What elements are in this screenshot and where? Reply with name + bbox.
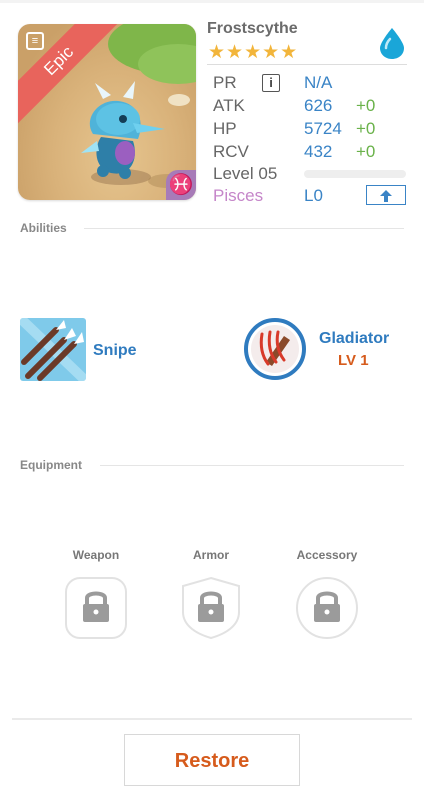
info-icon[interactable]: i: [262, 74, 280, 92]
armor-label: Armor: [192, 548, 229, 562]
dragon-creature-image: [81, 81, 165, 185]
level-progress-bar: [304, 170, 406, 178]
accessory-slot[interactable]: [295, 576, 359, 640]
pr-value: N/A: [304, 73, 333, 92]
arrow-up-icon: [380, 189, 392, 202]
level-label: Level 05: [213, 164, 278, 183]
grass-patch: [138, 44, 196, 84]
rcv-label: RCV: [213, 142, 249, 161]
bottom-divider: [12, 718, 412, 720]
hp-bonus: +0: [356, 119, 376, 138]
zodiac-level: L0: [304, 186, 323, 205]
ability-name-gladiator[interactable]: Gladiator: [319, 330, 389, 348]
upgrade-button[interactable]: [366, 185, 406, 205]
pr-label: PR: [213, 73, 237, 92]
water-drop-icon: [380, 28, 404, 59]
atk-label: ATK: [213, 96, 245, 115]
document-icon[interactable]: ≡: [26, 32, 44, 50]
equipment-title: Equipment: [20, 458, 82, 472]
zodiac-name: Pisces: [213, 186, 264, 205]
hp-label: HP: [213, 119, 237, 138]
restore-button[interactable]: Restore: [124, 734, 300, 786]
rcv-bonus: +0: [356, 142, 376, 161]
abilities-title: Abilities: [20, 221, 67, 235]
stats-divider: [207, 64, 407, 65]
weapon-label: Weapon: [72, 548, 120, 562]
rcv-value: 432: [304, 142, 333, 161]
stone: [168, 94, 190, 106]
monster-portrait[interactable]: Epic ≡ ♓: [18, 24, 196, 200]
monster-name: Frostscythe: [207, 20, 298, 37]
abilities-divider: [84, 228, 404, 229]
equipment-divider: [100, 465, 404, 466]
atk-value: 626: [304, 96, 333, 115]
ability-name-snipe[interactable]: Snipe: [93, 342, 137, 360]
ability-level: LV 1: [338, 352, 369, 369]
star-rating: ★★★★★: [208, 42, 299, 63]
top-divider: [0, 0, 424, 3]
zodiac-badge: ♓: [166, 170, 196, 200]
weapon-slot[interactable]: [64, 576, 128, 640]
hp-value: 5724: [304, 119, 342, 138]
claw-slash-icon[interactable]: [244, 318, 306, 380]
accessory-label: Accessory: [296, 548, 358, 562]
arrows-icon[interactable]: [20, 318, 86, 381]
atk-bonus: +0: [356, 96, 376, 115]
armor-slot[interactable]: [179, 576, 243, 640]
